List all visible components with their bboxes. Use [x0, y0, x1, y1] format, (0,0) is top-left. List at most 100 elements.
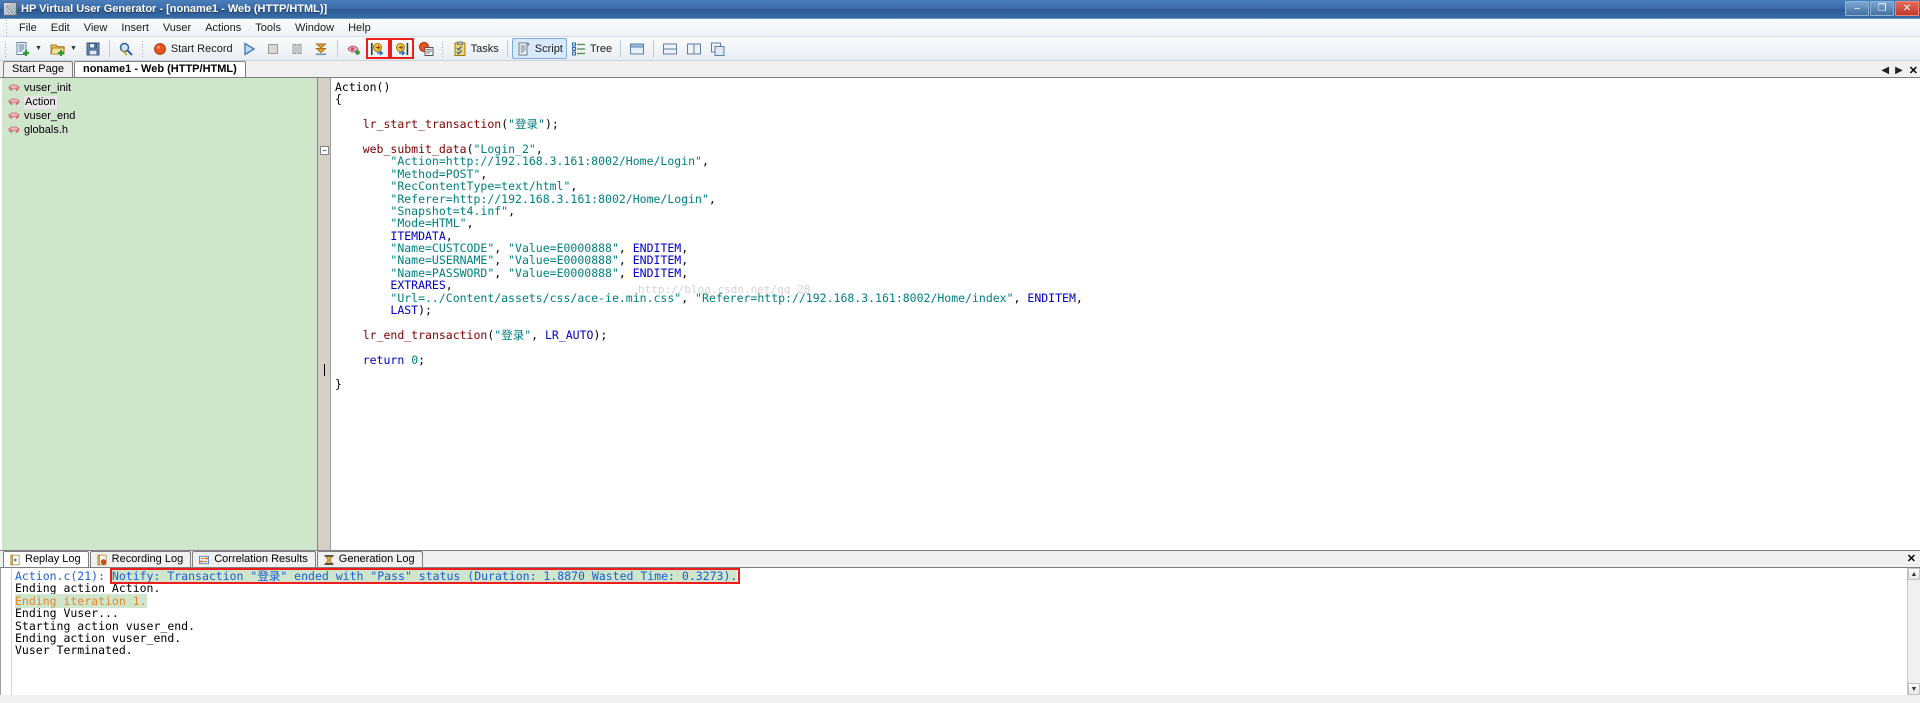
log-tab-replay-log[interactable]: Replay Log	[3, 551, 89, 567]
new-script-icon	[16, 41, 29, 56]
toolbar-extra-2-button[interactable]	[658, 38, 682, 59]
code-token: );	[544, 117, 559, 132]
log-scrollbar[interactable]: ▲ ▼	[1907, 568, 1920, 695]
add-node-button[interactable]	[342, 38, 366, 59]
scroll-up-icon[interactable]: ▲	[1908, 568, 1920, 580]
doc-tab-noname1[interactable]: noname1 - Web (HTTP/HTML)	[73, 61, 246, 77]
tree-item-action[interactable]: Action	[2, 95, 317, 109]
tree-item-vuser-init[interactable]: vuser_init	[2, 81, 317, 95]
editor-gutter[interactable]: −	[318, 78, 331, 550]
tab-next-icon[interactable]: ▶	[1895, 66, 1903, 76]
tab-prev-icon[interactable]: ◀	[1881, 66, 1889, 76]
run-button[interactable]	[237, 38, 261, 59]
menu-item-tools[interactable]: Tools	[248, 20, 288, 36]
generation-log-icon	[324, 554, 334, 565]
log-tab-bar: Replay Log Recording Log Correlation Res…	[0, 551, 1920, 568]
new-script-caret-icon[interactable]: ▼	[35, 45, 42, 52]
menu-grip[interactable]	[5, 19, 9, 36]
tree-item-label: globals.h	[24, 123, 69, 136]
start-record-button[interactable]: Start Record	[148, 38, 237, 59]
open-script-button[interactable]: ▼	[46, 38, 81, 59]
menu-item-vuser[interactable]: Vuser	[156, 20, 198, 36]
code-token: LR_AUTO	[544, 327, 594, 342]
pause-button[interactable]	[285, 38, 309, 59]
log-text[interactable]: Action.c(21): Notify: Transaction "登录" e…	[12, 568, 1920, 695]
close-button[interactable]: ✕	[1895, 1, 1919, 16]
menu-item-help[interactable]: Help	[341, 20, 378, 36]
find-magnifier-icon	[119, 42, 133, 56]
code-token: Action()	[335, 80, 391, 94]
script-editor[interactable]: − Action(){ lr_start_transaction("登录"); …	[318, 78, 1920, 550]
tab-close-icon[interactable]: ✕	[1909, 66, 1918, 77]
code-token: "登录"	[494, 327, 532, 342]
code-token: ,	[708, 191, 716, 206]
toolbar-extra-3-button[interactable]	[682, 38, 706, 59]
log-line-highlighted-message: Notify: Transaction "登录" ended with "Pas…	[111, 569, 738, 583]
start-record-label: Start Record	[170, 42, 233, 55]
toolbar-separator-4	[620, 40, 622, 57]
toolbar-extra-4-button[interactable]	[706, 38, 730, 59]
log-tab-recording-log[interactable]: Recording Log	[89, 551, 192, 567]
download-button[interactable]	[309, 38, 333, 59]
step-into-button[interactable]	[365, 38, 390, 59]
minimize-button[interactable]: –	[1845, 1, 1869, 16]
fold-collapse-icon[interactable]: −	[320, 146, 329, 155]
open-script-caret-icon[interactable]: ▼	[70, 45, 77, 52]
stop-button[interactable]	[261, 38, 285, 59]
vugen-icon	[3, 2, 17, 16]
new-script-button[interactable]: ▼	[11, 38, 46, 59]
code-line: Action()	[335, 81, 1920, 93]
log-gutter	[1, 568, 12, 695]
maximize-button[interactable]: ❐	[1870, 1, 1894, 16]
menu-item-actions[interactable]: Actions	[198, 20, 248, 36]
tree-item-globals-h[interactable]: globals.h	[2, 123, 317, 137]
find-button[interactable]	[114, 38, 138, 59]
step-out-icon	[395, 42, 408, 56]
toolbar-grip-2[interactable]	[140, 40, 145, 57]
code-token: ;	[418, 352, 426, 367]
code-token: ,	[466, 216, 474, 231]
code-line: "Snapshot=t4.inf",	[335, 205, 1920, 217]
log-output-area[interactable]: Action.c(21): Notify: Transaction "登录" e…	[0, 568, 1920, 695]
menu-item-window[interactable]: Window	[288, 20, 341, 36]
code-token: );	[593, 327, 608, 342]
toolbar-separator-1	[108, 40, 110, 57]
log-tab-correlation-results[interactable]: Correlation Results	[192, 551, 316, 567]
title-bar: HP Virtual User Generator - [noname1 - W…	[0, 0, 1920, 19]
replay-log-icon	[10, 554, 20, 565]
save-button[interactable]	[81, 38, 105, 59]
tasks-label: Tasks	[470, 42, 499, 55]
correlation-results-icon	[199, 555, 210, 564]
toolbar-grip-1[interactable]	[4, 40, 8, 57]
tree-item-vuser-end[interactable]: vuser_end	[2, 109, 317, 123]
script-view-button[interactable]: Script	[511, 38, 567, 59]
toolbar-extra-1-button[interactable]	[625, 38, 649, 59]
code-line: lr_end_transaction("登录", LR_AUTO);	[335, 329, 1920, 341]
code-line: "Action=http://192.168.3.161:8002/Home/L…	[335, 155, 1920, 167]
menu-item-file[interactable]: File	[12, 20, 44, 36]
step-out-button[interactable]	[389, 38, 414, 59]
code-line: "Referer=http://192.168.3.161:8002/Home/…	[335, 191, 1920, 206]
log-tab-generation-log[interactable]: Generation Log	[316, 551, 423, 567]
code-line: "Url=../Content/assets/css/ace-ie.min.cs…	[335, 291, 1920, 304]
run-play-icon	[244, 41, 255, 56]
menu-item-view[interactable]: View	[77, 20, 115, 36]
code-text-area[interactable]: Action(){ lr_start_transaction("登录"); we…	[331, 78, 1920, 550]
log-panel-close-icon[interactable]: ✕	[1907, 554, 1916, 565]
code-token: ,	[494, 265, 509, 280]
code-token: }	[335, 377, 342, 392]
tasks-button[interactable]: Tasks	[448, 38, 503, 59]
snapshot-button[interactable]	[414, 38, 438, 59]
tree-view-button[interactable]: Tree	[567, 38, 616, 59]
toolbar-grip-3[interactable]	[440, 40, 445, 57]
log-line: Vuser Terminated.	[15, 644, 1920, 656]
menu-item-edit[interactable]: Edit	[44, 20, 77, 36]
scroll-down-icon[interactable]: ▼	[1908, 683, 1920, 695]
log-tab-label: Replay Log	[25, 553, 81, 565]
doc-tab-start-page[interactable]: Start Page	[3, 61, 73, 77]
menu-item-insert[interactable]: Insert	[114, 20, 156, 36]
